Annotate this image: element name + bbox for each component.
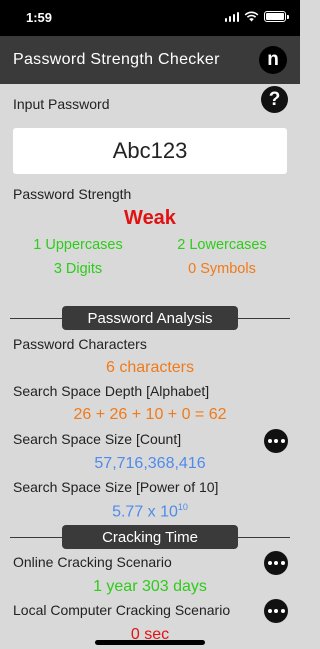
home-indicator[interactable] (95, 640, 205, 645)
search-space-count-label: Search Space Size [Count] (13, 431, 182, 447)
battery-icon (264, 11, 289, 22)
cracking-time-header: Cracking Time (62, 525, 238, 549)
page-title: Password Strength Checker (13, 51, 220, 68)
symbol-count: 0 Symbols (188, 261, 256, 277)
digit-count: 3 Digits (53, 261, 103, 277)
online-cracking-label: Online Cracking Scenario (13, 554, 172, 570)
uppercase-count: 1 Uppercases (33, 237, 123, 253)
local-cracking-more-button[interactable] (264, 599, 288, 623)
power-exponent: 10 (177, 502, 188, 512)
search-space-count-value: 57,716,368,416 (94, 455, 206, 472)
password-characters-value: 6 characters (105, 359, 195, 376)
search-space-count-more-button[interactable] (264, 429, 288, 453)
search-space-power-label: Search Space Size [Power of 10] (13, 479, 219, 495)
local-cracking-label: Local Computer Cracking Scenario (13, 602, 231, 618)
wifi-icon (244, 11, 259, 22)
search-space-power-value: 5.77 x 1010 (0, 502, 300, 521)
app-logo-button[interactable]: n (259, 46, 287, 74)
password-strength-label: Password Strength (13, 186, 132, 202)
input-password-label: Input Password (13, 96, 110, 112)
cellular-signal-icon (224, 11, 239, 22)
password-input[interactable]: Abc123 (13, 128, 287, 174)
online-cracking-value: 1 year 303 days (93, 578, 207, 595)
status-bar: 1:59 (0, 0, 300, 36)
password-characters-label: Password Characters (13, 336, 147, 352)
search-space-depth-value: 26 + 26 + 10 + 0 = 62 (73, 406, 227, 423)
strength-value: Weak (124, 207, 176, 229)
lowercase-count: 2 Lowercases (177, 237, 267, 253)
help-button[interactable]: ? (261, 86, 288, 113)
nav-bar: Password Strength Checker n (0, 36, 300, 84)
password-analysis-header: Password Analysis (62, 306, 238, 330)
status-icons (224, 11, 289, 22)
status-time: 1:59 (26, 10, 53, 25)
search-space-depth-label: Search Space Depth [Alphabet] (13, 383, 210, 399)
online-cracking-more-button[interactable] (264, 551, 288, 575)
power-mantissa: 5.77 x 10 (112, 503, 178, 521)
